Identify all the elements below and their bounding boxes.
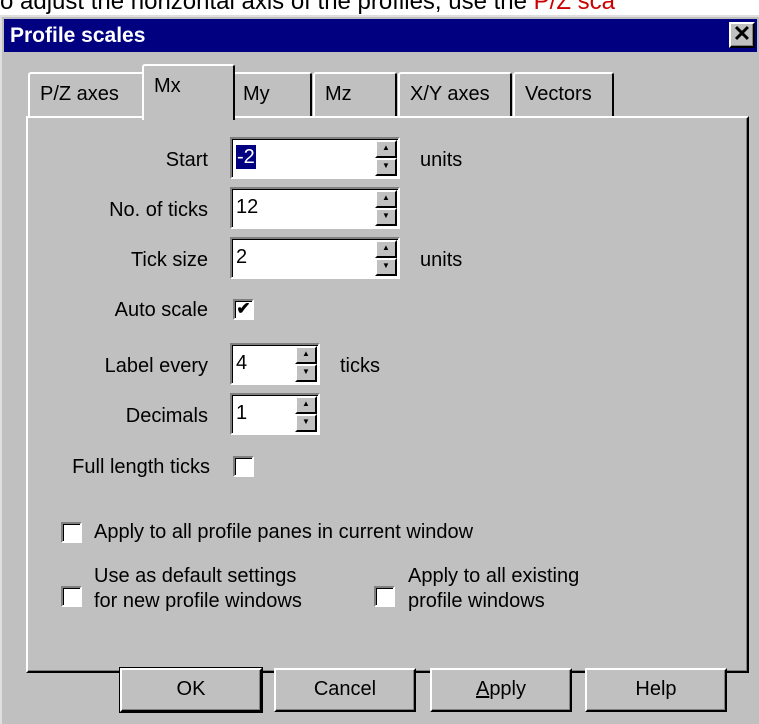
apply-existing-label-line2[interactable]: profile windows [408,589,545,613]
ticks-value: 12 [236,196,259,218]
help-label: Help [635,678,677,700]
document-text: o adjust the horizontal axis of the prof… [0,0,534,15]
apply-label-rest: pply [489,678,527,700]
spin-up-button[interactable]: ▲ [375,240,397,258]
spin-up-icon: ▲ [302,349,310,358]
ticks-spin-arrows: ▲ ▼ [375,190,397,226]
use-default-label-line2[interactable]: for new profile windows [94,589,302,613]
decimals-spinbox[interactable]: 1 ▲ ▼ [230,393,320,435]
apply-button[interactable]: Apply [430,668,572,712]
ok-label: OK [176,678,206,700]
start-spinbox[interactable]: -2 ▲ ▼ [230,137,400,179]
ticks-spinbox[interactable]: 12 ▲ ▼ [230,187,400,229]
apply-all-panes-label[interactable]: Apply to all profile panes in current wi… [94,520,473,544]
tick-size-unit: units [420,249,463,271]
spin-down-icon: ▼ [382,211,390,220]
tab-label: Vectors [525,83,592,105]
label-every-spinbox[interactable]: 4 ▲ ▼ [230,343,320,385]
tab-label: P/Z axes [40,83,119,105]
spin-down-button[interactable]: ▼ [295,364,317,382]
tab-my[interactable]: My [231,72,312,118]
tick-size-spin-arrows: ▲ ▼ [375,240,397,276]
tick-size-label: Tick size [130,249,208,271]
start-label: Start [165,149,208,171]
label-every-label: Label every [104,355,208,377]
full-length-ticks-checkbox[interactable] [233,456,254,477]
auto-scale-checkbox[interactable]: ✔ [233,299,254,320]
full-length-ticks-label: Full length ticks [72,456,210,478]
tab-vectors[interactable]: Vectors [513,72,614,118]
spin-down-icon: ▼ [302,417,310,426]
label-every-spin-arrows: ▲ ▼ [295,346,317,382]
spin-down-button[interactable]: ▼ [375,258,397,276]
apply-existing-checkbox[interactable] [374,586,395,607]
tab-label: X/Y axes [410,83,490,105]
use-default-label-line1[interactable]: Use as default settings [94,564,296,588]
spin-down-button[interactable]: ▼ [375,208,397,226]
tab-label: My [243,83,270,105]
profile-scales-dialog: Profile scales ✕ P/Z axes Mx My Mz X/Y a… [0,15,759,724]
spin-up-button[interactable]: ▲ [375,190,397,208]
tab-pz-axes[interactable]: P/Z axes [28,72,146,118]
cancel-button[interactable]: Cancel [274,668,416,712]
label-every-unit: ticks [340,355,380,377]
tab-label: Mx [154,75,181,97]
tab-mz[interactable]: Mz [313,72,397,118]
decimals-label: Decimals [125,405,208,427]
tick-size-value: 2 [236,246,248,268]
auto-scale-label: Auto scale [114,299,208,321]
spin-up-button[interactable]: ▲ [295,346,317,364]
use-default-checkbox[interactable] [61,586,82,607]
spin-down-icon: ▼ [302,367,310,376]
tick-size-spinbox[interactable]: 2 ▲ ▼ [230,237,400,279]
spin-down-icon: ▼ [382,161,390,170]
cancel-label: Cancel [313,678,377,700]
tab-label: Mz [325,83,352,105]
ok-button[interactable]: OK [119,667,263,713]
spin-up-icon: ▲ [382,243,390,252]
ticks-label: No. of ticks [109,199,208,221]
help-button[interactable]: Help [585,668,727,712]
decimals-value: 1 [236,402,248,424]
tab-xy-axes[interactable]: X/Y axes [398,72,512,118]
apply-all-panes-checkbox[interactable] [61,522,82,543]
tab-mx[interactable]: Mx [142,64,235,120]
mx-tab-panel: Start -2 ▲ ▼ units No. of ticks 12 ▲ ▼ T… [26,116,749,673]
decimals-spin-arrows: ▲ ▼ [295,396,317,432]
spin-down-button[interactable]: ▼ [375,158,397,176]
checkmark-icon: ✔ [236,299,251,318]
spin-down-button[interactable]: ▼ [295,414,317,432]
spin-up-icon: ▲ [382,193,390,202]
apply-accel-letter: A [475,678,490,700]
spin-up-icon: ▲ [382,143,390,152]
spin-down-icon: ▼ [382,261,390,270]
spin-up-icon: ▲ [302,399,310,408]
label-every-value: 4 [236,352,248,374]
spin-up-button[interactable]: ▲ [295,396,317,414]
apply-existing-label-line1[interactable]: Apply to all existing [408,564,579,588]
start-spin-arrows: ▲ ▼ [375,140,397,176]
start-unit: units [420,149,463,171]
apply-label: Apply [476,678,526,700]
document-highlight-text: P/Z sca [533,0,616,15]
spin-up-button[interactable]: ▲ [375,140,397,158]
start-value: -2 [236,145,256,169]
